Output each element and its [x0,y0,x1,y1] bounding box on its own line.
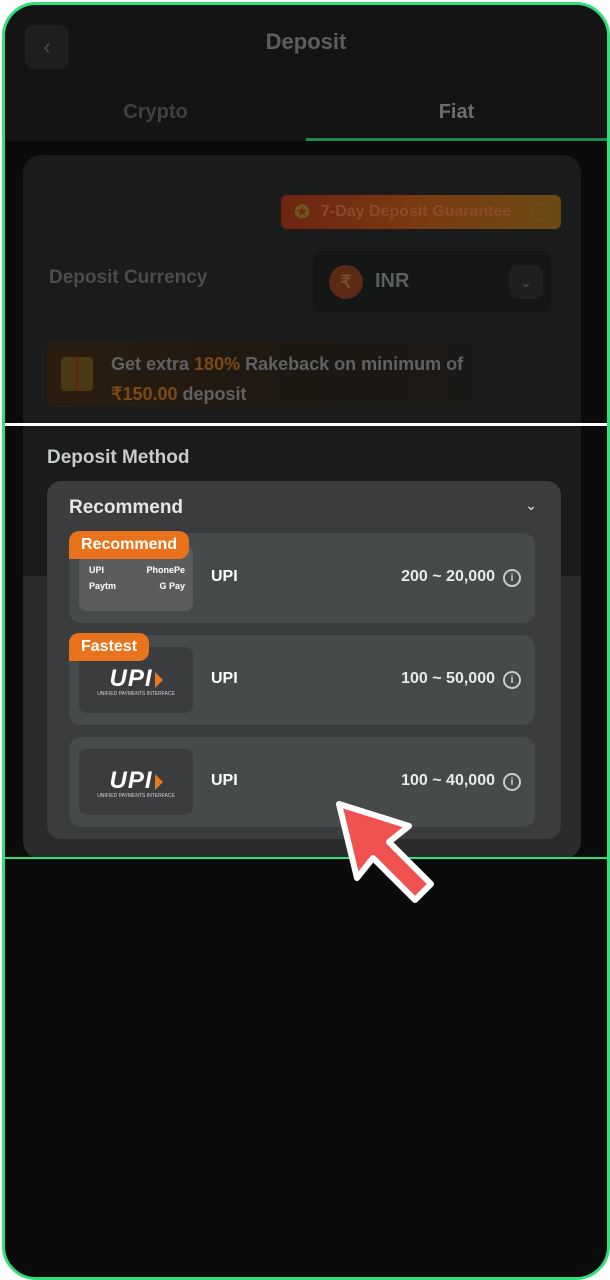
group-title: Recommend [69,497,184,518]
upi-logo: UPI [89,565,105,575]
phone-frame: ‹ Deposit Crypto Fiat ✪ 7-Day Deposit Gu… [2,2,610,1280]
recommend-badge: Recommend [69,531,190,559]
highlight-top-edge [5,423,607,426]
currency-label: Deposit Currency [49,267,208,288]
gift-icon [61,357,93,391]
gpay-logo: G Pay [159,581,185,591]
deposit-card: ✪ 7-Day Deposit Guarantee ? Deposit Curr… [23,155,581,859]
deposit-method-title: Deposit Method [47,447,190,468]
option-range: 100 ~ 50,000 [401,670,495,687]
upi-subtitle: UNIFIED PAYMENTS INTERFACE [97,691,175,697]
option-name: UPI [211,568,238,585]
currency-code: INR [375,270,410,292]
paytm-logo: Paytm [89,581,117,591]
upi-logo-box: UPI UNIFIED PAYMENTS INTERFACE [79,749,193,815]
page-title: Deposit [265,29,347,54]
tab-bar: Crypto Fiat [5,87,607,141]
upi-logo: UPI [109,665,153,692]
dimmed-area [5,859,607,1277]
recommend-group: Recommend ⌄ UPI PhonePe Paytm G Pay Recomm… [47,481,561,839]
chevron-down-icon[interactable]: ⌄ [509,265,543,299]
upi-logo: UPI [109,767,153,794]
pointer-arrow-icon [336,801,434,903]
option-name: UPI [211,772,238,789]
info-icon[interactable]: i [503,773,521,791]
tab-fiat[interactable]: Fiat [306,87,607,141]
rakeback-text: Get extra 180% Rakeback on minimum of ₹15… [111,354,464,404]
phonepe-logo: PhonePe [146,565,185,575]
option-range: 100 ~ 40,000 [401,772,495,789]
help-icon[interactable]: ? [531,202,551,222]
guarantee-label: 7-Day Deposit Guarantee [321,203,512,220]
info-icon[interactable]: i [503,569,521,587]
fastest-badge: Fastest [69,633,150,661]
tab-crypto[interactable]: Crypto [5,87,306,141]
upi-subtitle: UNIFIED PAYMENTS INTERFACE [97,793,175,799]
info-icon[interactable]: i [503,671,521,689]
method-option-upi-3[interactable]: UPI UNIFIED PAYMENTS INTERFACE UPI 100 ~… [69,737,535,827]
option-range: 200 ~ 20,000 [401,568,495,585]
upi-arrow-icon [154,671,163,688]
upi-arrow-icon [154,773,163,790]
option-name: UPI [211,670,238,687]
guarantee-badge[interactable]: ✪ 7-Day Deposit Guarantee ? [281,195,561,229]
rakeback-banner: Get extra 180% Rakeback on minimum of ₹15… [47,341,561,407]
method-option-upi-2[interactable]: UPI UNIFIED PAYMENTS INTERFACE Fastest U… [69,633,535,725]
rupee-icon: ₹ [329,265,363,299]
chevron-down-icon[interactable]: ⌄ [525,497,537,514]
method-option-upi-1[interactable]: UPI PhonePe Paytm G Pay Recommend UPI 200 … [69,531,535,623]
shield-icon: ✪ [294,202,310,222]
header: ‹ Deposit [5,5,607,87]
currency-select[interactable]: ₹ INR ⌄ [313,251,551,313]
